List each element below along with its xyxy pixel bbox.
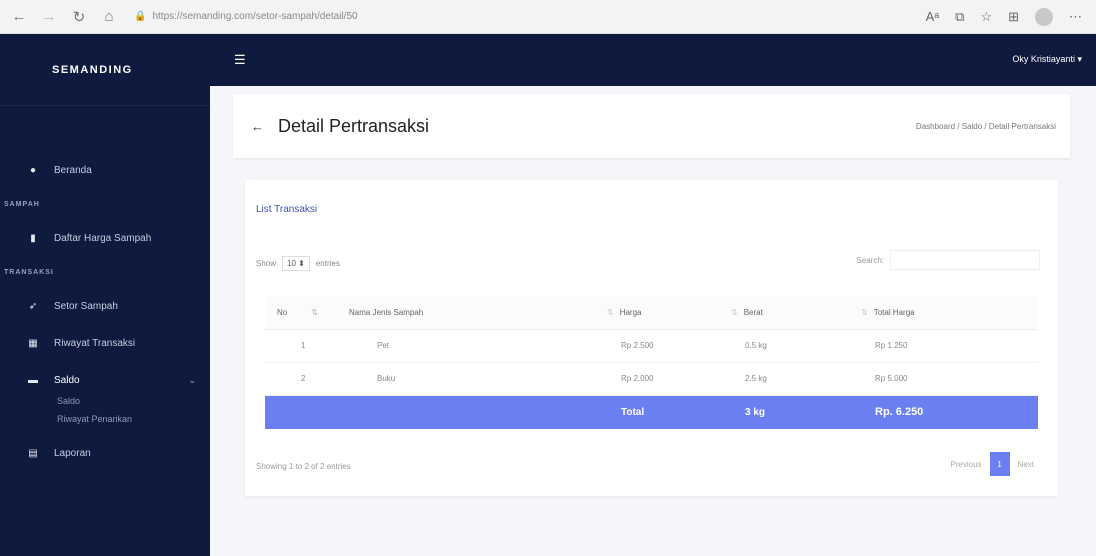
sort-icon: ⇅ (731, 307, 738, 317)
favorites-icon[interactable]: ☆ (980, 9, 992, 25)
previous-button[interactable]: Previous (950, 460, 981, 469)
collections-bar-icon[interactable]: ⊞ (1008, 9, 1019, 25)
sidebar-item-label: Setor Sampah (54, 300, 118, 312)
report-icon: ▤ (28, 447, 38, 459)
transaction-table: No ⇅ Nama Jenis Sampah ⇅ Harga ⇅ Berat ⇅ Tot… (265, 296, 1038, 429)
cell-berat: 2.5 kg (725, 362, 855, 396)
user-dropdown[interactable]: Oky Kristiayanti ▾ (1012, 54, 1082, 65)
cell-no: 1 (265, 329, 343, 363)
profile-icon[interactable] (1035, 7, 1053, 26)
total-harga: Rp. 6.250 (855, 395, 1038, 429)
cell-harga: Rp 2.500 (601, 329, 725, 363)
page-header: ← Detail Pertransaksi Dashboard / Saldo … (233, 94, 1070, 158)
sidebar-item-setor-sampah[interactable]: ➶ Setor Sampah (0, 294, 210, 318)
entries-label: entries (315, 259, 340, 268)
cell-nama: Pet (343, 329, 601, 363)
transaction-card: List Transaksi Show 10 ⬍ entries Search:… (245, 180, 1058, 496)
total-spacer (265, 395, 601, 429)
lock-icon: 🔒 (134, 11, 147, 22)
cell-berat: 0.5 kg (725, 329, 855, 363)
search-control: Search: (856, 250, 1040, 270)
card-title: List Transaksi (256, 204, 318, 215)
sidebar: SEMANDING ● Beranda SAMPAH ▮ Daftar Harg… (0, 34, 210, 556)
total-berat: 3 kg (725, 395, 855, 429)
topbar: ☰ Oky Kristiayanti ▾ (210, 34, 1096, 86)
hamburger-menu-icon[interactable]: ☰ (234, 52, 246, 68)
caret-down-icon: ▾ (1077, 54, 1082, 64)
sidebar-subitem-riwayat-penarikan[interactable]: Riwayat Penarikan (0, 410, 210, 428)
back-arrow-icon[interactable]: ← (251, 119, 264, 134)
sidebar-menu: ● Beranda SAMPAH ▮ Daftar Harga Sampah T… (0, 106, 210, 465)
sort-icon: ⇅ (607, 307, 614, 317)
trash-icon: ▮ (30, 232, 36, 244)
receipt-icon: ▦ (28, 337, 38, 349)
chevron-down-icon: ⌄ (188, 374, 196, 385)
sidebar-item-riwayat-transaksi[interactable]: ▦ Riwayat Transaksi (0, 331, 210, 355)
forward-icon[interactable]: → (38, 6, 60, 28)
sidebar-item-label: Daftar Harga Sampah (54, 232, 152, 244)
col-harga[interactable]: ⇅ Harga (601, 296, 725, 330)
table-info: Showing 1 to 2 of 2 entries (256, 462, 351, 471)
table-row: 2 Buku Rp 2.000 2.5 kg Rp 5.000 (265, 362, 1038, 396)
wallet-icon: ▬ (28, 374, 38, 386)
entries-value: 10 (287, 259, 296, 268)
sidebar-item-label: Riwayat Transaksi (54, 337, 136, 349)
col-total-harga[interactable]: ⇅ Total Harga (855, 296, 1038, 330)
search-input[interactable] (890, 250, 1040, 270)
more-icon[interactable]: ⋯ (1069, 9, 1082, 25)
total-row: Total 3 kg Rp. 6.250 (265, 395, 1038, 429)
table-header-row: No ⇅ Nama Jenis Sampah ⇅ Harga ⇅ Berat ⇅ Tot… (265, 296, 1038, 330)
cell-total: Rp 5.000 (855, 362, 1038, 396)
cell-total: Rp 1.250 (855, 329, 1038, 363)
col-no[interactable]: No ⇅ (265, 296, 343, 330)
sidebar-item-laporan[interactable]: ▤ Laporan (0, 441, 210, 465)
refresh-icon[interactable]: ↻ (68, 6, 90, 28)
col-berat[interactable]: ⇅ Berat (725, 296, 855, 330)
home-icon: ● (29, 164, 37, 176)
show-label: Show (256, 259, 277, 268)
cell-no: 2 (265, 362, 343, 396)
entries-select[interactable]: 10 ⬍ (282, 256, 310, 271)
sidebar-subitem-saldo[interactable]: Saldo (0, 392, 210, 410)
table-row: 1 Pet Rp 2.500 0.5 kg Rp 1.250 (265, 329, 1038, 363)
next-button[interactable]: Next (1018, 460, 1034, 469)
search-label: Search: (856, 255, 884, 265)
sidebar-item-daftar-harga[interactable]: ▮ Daftar Harga Sampah (0, 226, 210, 250)
sidebar-item-label: Laporan (54, 447, 91, 459)
read-aloud-icon[interactable]: Aᵃ (926, 9, 940, 24)
rocket-icon: ➶ (28, 300, 38, 312)
total-label: Total (601, 395, 725, 429)
address-bar[interactable]: 🔒 https://semanding.com/setor-sampah/det… (134, 5, 926, 29)
sidebar-section-transaksi: TRANSAKSI (4, 268, 54, 276)
browser-toolbar: ← → ↻ ⌂ 🔒 https://semanding.com/setor-sa… (0, 0, 1096, 34)
col-nama-jenis-sampah[interactable]: Nama Jenis Sampah (343, 296, 601, 330)
sort-icon: ⇅ (311, 307, 318, 317)
sort-icon: ⇅ (861, 307, 868, 317)
select-arrow-icon: ⬍ (298, 259, 305, 268)
collections-icon[interactable]: ⧉ (955, 9, 964, 25)
url-text: https://semanding.com/setor-sampah/detai… (152, 11, 358, 22)
user-name: Oky Kristiayanti (1012, 54, 1075, 64)
brand-logo[interactable]: SEMANDING (0, 34, 210, 106)
home-icon[interactable]: ⌂ (98, 6, 120, 28)
sidebar-item-label: Beranda (54, 164, 92, 176)
sidebar-item-beranda[interactable]: ● Beranda (0, 158, 210, 182)
page-title: Detail Pertransaksi (278, 115, 430, 136)
pagination: Previous 1 Next (950, 452, 1034, 476)
sidebar-item-saldo[interactable]: ▬ Saldo ⌄ (0, 368, 210, 392)
cell-harga: Rp 2.000 (601, 362, 725, 396)
cell-nama: Buku (343, 362, 601, 396)
show-entries-control: Show 10 ⬍ entries (256, 256, 340, 271)
page-button-1[interactable]: 1 (989, 452, 1010, 476)
sidebar-item-label: Saldo (54, 374, 80, 386)
breadcrumb[interactable]: Dashboard / Saldo / Detail Pertransaksi (916, 122, 1056, 131)
back-icon[interactable]: ← (8, 6, 30, 28)
sidebar-section-sampah: SAMPAH (4, 200, 40, 208)
